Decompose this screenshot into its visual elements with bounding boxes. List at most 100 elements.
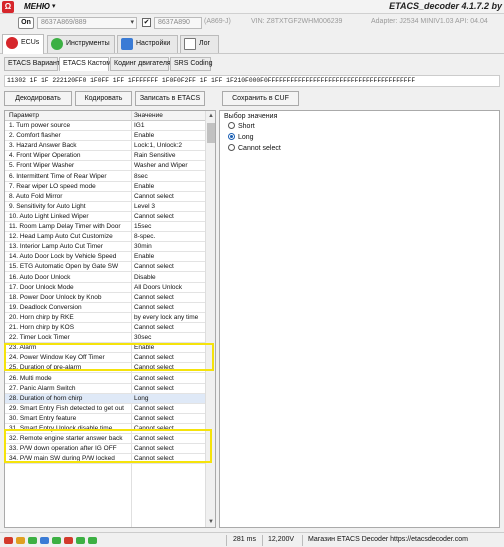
table-row[interactable]: 1. Turn power source IG1 [5,121,205,132]
app-logo-icon: Ω [2,1,14,13]
option-long[interactable]: Long [228,133,254,141]
param-value-cell: 8-spec. [134,233,156,241]
status-bar: 281 ms 12,200V Магазин ETACS Decoder htt… [0,532,504,547]
save-cuf-button[interactable]: Сохранить в CUF [222,91,299,106]
status-led-icon [4,537,13,544]
scrollbar-thumb[interactable] [207,123,215,143]
table-row[interactable]: 21. Horn chirp by KOS Cannot select [5,323,205,334]
table-row[interactable]: 9. Sensitivity for Auto Light Level 3 [5,202,205,212]
param-value-cell: Rain Sensitive [134,152,176,160]
param-value-cell: 15sec [134,223,152,230]
param-value-cell: 30sec [134,334,152,342]
table-row[interactable]: 18. Power Door Unlock by Knob Cannot sele… [5,293,205,303]
param-value-cell: Cannot select [134,414,174,422]
encode-button[interactable]: Кодировать [75,91,132,106]
tab-label: Настройки [136,40,171,47]
table-row[interactable]: 26. Multi mode Cannot select [5,374,205,384]
table-row[interactable]: 20. Horn chirp by RKE by every lock any t… [5,313,205,323]
subtab-engine-coding[interactable]: Кодинг двигателя [110,57,171,71]
table-row[interactable]: 30. Smart Entry feature Cannot select [5,414,205,424]
chevron-down-icon[interactable]: ▾ [52,2,56,10]
table-row[interactable]: 4. Front Wiper Operation Rain Sensitive [5,151,205,162]
param-value-cell: Enable [134,132,155,140]
param-name-cell: 13. Interior Lamp Auto Cut Timer [9,243,103,251]
table-row[interactable]: 22. Timer Lock Timer 30sec [5,333,205,344]
etacs-subtabs: ETACS Вариант ETACS Кастом Кодинг двигат… [0,57,504,71]
table-row[interactable]: 16. Auto Door Unlock Disable [5,273,205,283]
option-cannot-select[interactable]: Cannot select [228,144,281,152]
ecu-version-sub: (A869-J) [204,18,231,25]
tab-label: ECUs [21,39,40,46]
chevron-down-icon: ▾ [130,19,134,26]
table-row[interactable]: 10. Auto Light Linked Wiper Cannot select [5,212,205,222]
scroll-up-icon[interactable]: ▲ [206,111,215,121]
option-label: Short [238,123,255,130]
param-name-cell: 2. Comfort flasher [9,132,61,140]
subtab-etacs-variant[interactable]: ETACS Вариант [4,57,60,71]
param-name-cell: 21. Horn chirp by KOS [9,324,75,331]
status-led-icon [76,537,85,544]
param-name-cell: 18. Power Door Unlock by Knob [9,293,102,301]
variant-checkbox[interactable]: ✔ [142,18,151,27]
param-value-cell: Cannot select [134,192,174,200]
param-value-cell: Cannot select [134,303,174,311]
write-etacs-button[interactable]: Записать в ETACS [135,91,205,106]
subtab-etacs-custom[interactable]: ETACS Кастом [59,57,111,71]
table-row[interactable]: 6. Intermittent Time of Rear Wiper 8sec [5,172,205,182]
param-value-cell: All Doors Unlock [134,283,183,291]
main-tabs: ECUs Инструменты Настройки Лог [0,32,504,54]
param-name-cell: 22. Timer Lock Timer [9,334,70,342]
battery-voltage: 12,200V [268,536,295,543]
radio-selected-icon [228,133,235,140]
table-row[interactable]: 14. Auto Door Lock by Vehicle Speed Enabl… [5,252,205,263]
menu-button[interactable]: МЕНЮ [24,2,50,11]
param-value-cell: Cannot select [134,384,174,392]
coding-hex-input[interactable]: 11302 1F 1F 222120FF0 1F0FF 1FF 1FFFFFFF… [4,75,500,87]
decode-button[interactable]: Декодировать [4,91,72,106]
log-icon [184,38,196,50]
tab-settings[interactable]: Настройки [117,35,178,53]
mitsubishi-icon [6,37,18,49]
table-row[interactable]: 7. Rear wiper LO speed mode Enable [5,182,205,192]
shop-link[interactable]: Магазин ETACS Decoder https://etacsdecod… [308,536,468,543]
ecu-variant-select[interactable]: 8637A869/889 ▾ [37,17,137,29]
scroll-down-icon[interactable]: ▼ [206,517,215,527]
table-row[interactable]: 29. Smart Entry Fish detected to get out… [5,404,205,414]
subtab-srs-coding[interactable]: SRS Coding [170,57,213,71]
table-row[interactable]: 17. Door Unlock Mode All Doors Unlock [5,283,205,293]
param-value-cell: 30min [134,243,152,251]
param-name-cell: 17. Door Unlock Mode [9,283,74,291]
status-led-icon [64,537,73,544]
table-row[interactable]: 5. Front Wiper Washer Washer and Wiper [5,161,205,172]
param-name-cell: 12. Head Lamp Auto Cut Customize [9,233,113,241]
param-value-cell: by every lock any time [134,313,199,321]
on-button[interactable]: On [18,17,34,29]
status-divider [262,535,263,546]
param-value-cell: Cannot select [134,263,174,271]
radio-icon [228,122,235,129]
table-row[interactable]: 11. Room Lamp Delay Timer with Door 15sec [5,222,205,233]
column-header-value: Значение [134,112,163,119]
tab-label: Инструменты [66,40,110,47]
tab-ecus[interactable]: ECUs [2,34,44,54]
table-row[interactable]: 2. Comfort flasher Enable [5,131,205,142]
table-row[interactable]: 15. ETG Automatic Open by Gate SW Cannot … [5,262,205,273]
option-short[interactable]: Short [228,122,255,130]
table-row[interactable]: 8. Auto Fold Mirror Cannot select [5,192,205,202]
param-value-cell: IG1 [134,122,145,129]
param-value-cell: Cannot select [134,404,174,412]
table-row[interactable]: 12. Head Lamp Auto Cut Customize 8-spec. [5,232,205,243]
table-row[interactable]: 27. Panic Alarm Switch Cannot select [5,384,205,394]
table-row[interactable]: 19. Deadlock Conversion Cannot select [5,303,205,313]
table-row[interactable]: 13. Interior Lamp Auto Cut Timer 30min [5,242,205,253]
ecu-version-select[interactable]: 8637A890 [154,17,202,29]
param-name-cell: 29. Smart Entry Fish detected to get out [9,404,124,412]
table-row[interactable]: 3. Hazard Answer Back Lock:1, Unlock:2 [5,141,205,152]
table-scrollbar[interactable]: ▲ ▼ [205,111,215,527]
tab-log[interactable]: Лог [180,35,219,53]
tab-tools[interactable]: Инструменты [47,35,115,53]
parameters-table: Параметр Значение 1. Turn power source IG… [4,110,216,528]
param-value-cell: Long [134,394,149,402]
param-value-cell: 8sec [134,172,148,180]
table-row[interactable]: 28. Duration of horn chirp Long [5,393,205,404]
